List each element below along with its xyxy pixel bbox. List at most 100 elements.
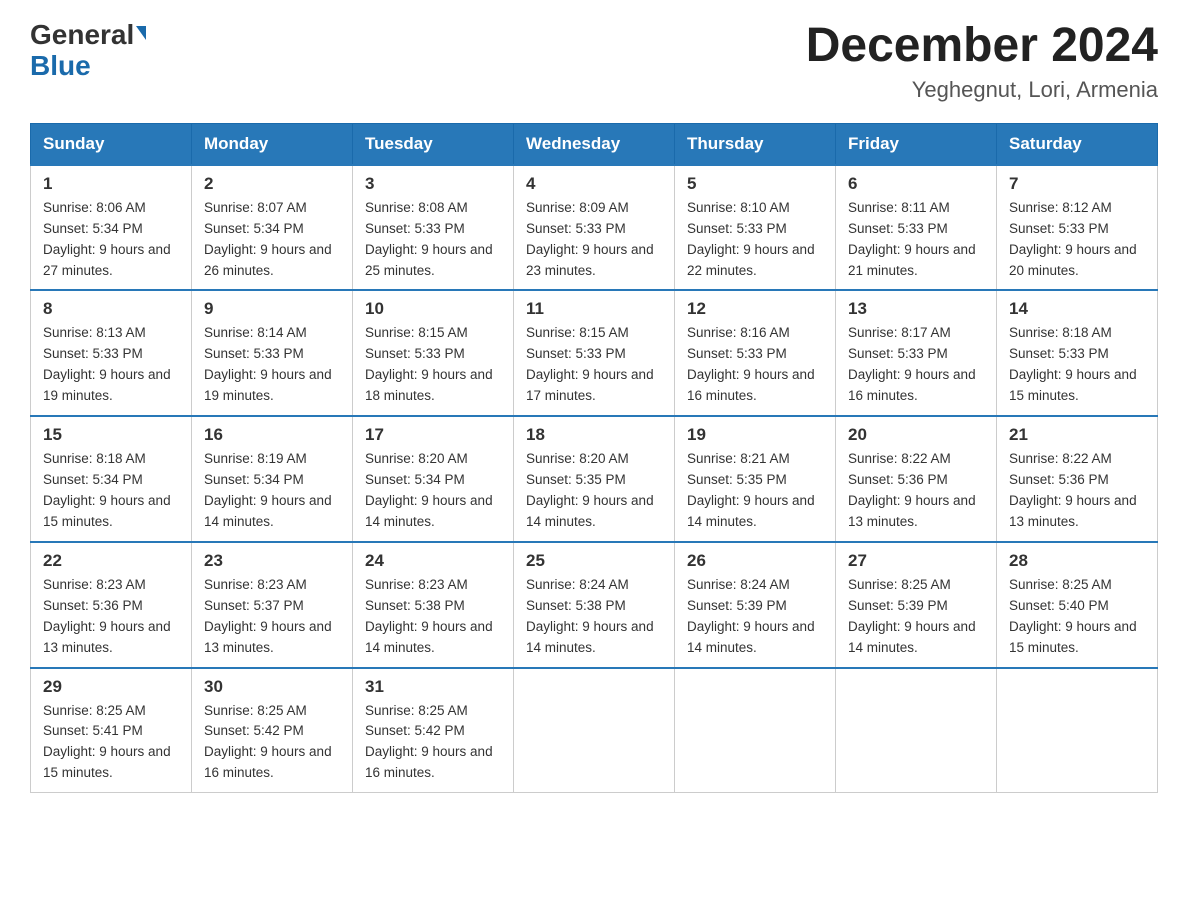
calendar-cell: 20 Sunrise: 8:22 AMSunset: 5:36 PMDayligh… bbox=[836, 416, 997, 542]
day-info: Sunrise: 8:23 AMSunset: 5:38 PMDaylight:… bbox=[365, 575, 501, 659]
day-info: Sunrise: 8:11 AMSunset: 5:33 PMDaylight:… bbox=[848, 198, 984, 282]
calendar-cell: 28Sunrise: 8:25 AMSunset: 5:40 PMDayligh… bbox=[997, 542, 1158, 668]
day-info: Sunrise: 8:08 AMSunset: 5:33 PMDaylight:… bbox=[365, 198, 501, 282]
calendar-cell: 22 Sunrise: 8:23 AMSunset: 5:36 PMDayligh… bbox=[31, 542, 192, 668]
calendar-cell: 19 Sunrise: 8:21 AMSunset: 5:35 PMDayligh… bbox=[675, 416, 836, 542]
day-info: Sunrise: 8:25 AMSunset: 5:41 PMDaylight:… bbox=[43, 701, 179, 785]
calendar-cell: 30 Sunrise: 8:25 AMSunset: 5:42 PMDayligh… bbox=[192, 668, 353, 793]
calendar-cell: 4 Sunrise: 8:09 AMSunset: 5:33 PMDaylight… bbox=[514, 165, 675, 291]
col-sunday: Sunday bbox=[31, 123, 192, 165]
day-number: 9 bbox=[204, 299, 340, 319]
calendar-header: Sunday Monday Tuesday Wednesday Thursday… bbox=[31, 123, 1158, 165]
day-number: 21 bbox=[1009, 425, 1145, 445]
day-number: 1 bbox=[43, 174, 179, 194]
day-info: Sunrise: 8:24 AMSunset: 5:39 PMDaylight:… bbox=[687, 575, 823, 659]
day-info: Sunrise: 8:15 AMSunset: 5:33 PMDaylight:… bbox=[526, 323, 662, 407]
day-number: 24 bbox=[365, 551, 501, 571]
day-info: Sunrise: 8:16 AMSunset: 5:33 PMDaylight:… bbox=[687, 323, 823, 407]
day-info: Sunrise: 8:25 AMSunset: 5:42 PMDaylight:… bbox=[365, 701, 501, 785]
day-number: 17 bbox=[365, 425, 501, 445]
page-header: General Blue December 2024 Yeghegnut, Lo… bbox=[30, 20, 1158, 103]
day-info: Sunrise: 8:25 AMSunset: 5:42 PMDaylight:… bbox=[204, 701, 340, 785]
calendar-body: 1 Sunrise: 8:06 AMSunset: 5:34 PMDaylight… bbox=[31, 165, 1158, 793]
day-info: Sunrise: 8:23 AMSunset: 5:36 PMDaylight:… bbox=[43, 575, 179, 659]
month-title: December 2024 bbox=[806, 20, 1158, 73]
day-number: 5 bbox=[687, 174, 823, 194]
day-number: 11 bbox=[526, 299, 662, 319]
calendar-cell bbox=[514, 668, 675, 793]
calendar-cell: 29Sunrise: 8:25 AMSunset: 5:41 PMDayligh… bbox=[31, 668, 192, 793]
col-tuesday: Tuesday bbox=[353, 123, 514, 165]
calendar-cell: 14Sunrise: 8:18 AMSunset: 5:33 PMDayligh… bbox=[997, 290, 1158, 416]
calendar-cell: 13Sunrise: 8:17 AMSunset: 5:33 PMDayligh… bbox=[836, 290, 997, 416]
calendar-cell bbox=[836, 668, 997, 793]
calendar-cell: 17 Sunrise: 8:20 AMSunset: 5:34 PMDayligh… bbox=[353, 416, 514, 542]
calendar-cell: 25 Sunrise: 8:24 AMSunset: 5:38 PMDayligh… bbox=[514, 542, 675, 668]
day-number: 12 bbox=[687, 299, 823, 319]
calendar-cell: 8 Sunrise: 8:13 AMSunset: 5:33 PMDaylight… bbox=[31, 290, 192, 416]
day-info: Sunrise: 8:25 AMSunset: 5:40 PMDaylight:… bbox=[1009, 575, 1145, 659]
day-number: 22 bbox=[43, 551, 179, 571]
day-info: Sunrise: 8:15 AMSunset: 5:33 PMDaylight:… bbox=[365, 323, 501, 407]
day-info: Sunrise: 8:10 AMSunset: 5:33 PMDaylight:… bbox=[687, 198, 823, 282]
col-thursday: Thursday bbox=[675, 123, 836, 165]
logo-arrow-icon bbox=[136, 26, 146, 40]
col-saturday: Saturday bbox=[997, 123, 1158, 165]
day-number: 8 bbox=[43, 299, 179, 319]
calendar-week-row: 22 Sunrise: 8:23 AMSunset: 5:36 PMDayligh… bbox=[31, 542, 1158, 668]
day-number: 14 bbox=[1009, 299, 1145, 319]
day-number: 26 bbox=[687, 551, 823, 571]
day-number: 10 bbox=[365, 299, 501, 319]
day-info: Sunrise: 8:21 AMSunset: 5:35 PMDaylight:… bbox=[687, 449, 823, 533]
day-number: 27 bbox=[848, 551, 984, 571]
day-info: Sunrise: 8:20 AMSunset: 5:35 PMDaylight:… bbox=[526, 449, 662, 533]
day-info: Sunrise: 8:12 AMSunset: 5:33 PMDaylight:… bbox=[1009, 198, 1145, 282]
day-number: 16 bbox=[204, 425, 340, 445]
day-number: 4 bbox=[526, 174, 662, 194]
day-info: Sunrise: 8:18 AMSunset: 5:34 PMDaylight:… bbox=[43, 449, 179, 533]
day-number: 23 bbox=[204, 551, 340, 571]
title-section: December 2024 Yeghegnut, Lori, Armenia bbox=[806, 20, 1158, 103]
calendar-cell: 6 Sunrise: 8:11 AMSunset: 5:33 PMDaylight… bbox=[836, 165, 997, 291]
location-title: Yeghegnut, Lori, Armenia bbox=[806, 77, 1158, 103]
logo-general-text: General bbox=[30, 20, 134, 51]
calendar-cell: 7 Sunrise: 8:12 AMSunset: 5:33 PMDaylight… bbox=[997, 165, 1158, 291]
day-number: 31 bbox=[365, 677, 501, 697]
day-number: 6 bbox=[848, 174, 984, 194]
calendar-cell: 5 Sunrise: 8:10 AMSunset: 5:33 PMDaylight… bbox=[675, 165, 836, 291]
day-number: 20 bbox=[848, 425, 984, 445]
day-info: Sunrise: 8:09 AMSunset: 5:33 PMDaylight:… bbox=[526, 198, 662, 282]
calendar-cell: 18Sunrise: 8:20 AMSunset: 5:35 PMDayligh… bbox=[514, 416, 675, 542]
calendar-cell: 11 Sunrise: 8:15 AMSunset: 5:33 PMDayligh… bbox=[514, 290, 675, 416]
day-info: Sunrise: 8:19 AMSunset: 5:34 PMDaylight:… bbox=[204, 449, 340, 533]
day-info: Sunrise: 8:20 AMSunset: 5:34 PMDaylight:… bbox=[365, 449, 501, 533]
calendar-table: Sunday Monday Tuesday Wednesday Thursday… bbox=[30, 123, 1158, 793]
col-friday: Friday bbox=[836, 123, 997, 165]
day-info: Sunrise: 8:14 AMSunset: 5:33 PMDaylight:… bbox=[204, 323, 340, 407]
day-info: Sunrise: 8:06 AMSunset: 5:34 PMDaylight:… bbox=[43, 198, 179, 282]
day-number: 3 bbox=[365, 174, 501, 194]
calendar-week-row: 8 Sunrise: 8:13 AMSunset: 5:33 PMDaylight… bbox=[31, 290, 1158, 416]
col-wednesday: Wednesday bbox=[514, 123, 675, 165]
day-info: Sunrise: 8:24 AMSunset: 5:38 PMDaylight:… bbox=[526, 575, 662, 659]
calendar-week-row: 1 Sunrise: 8:06 AMSunset: 5:34 PMDaylight… bbox=[31, 165, 1158, 291]
calendar-cell: 1 Sunrise: 8:06 AMSunset: 5:34 PMDaylight… bbox=[31, 165, 192, 291]
logo: General Blue bbox=[30, 20, 146, 82]
day-info: Sunrise: 8:17 AMSunset: 5:33 PMDaylight:… bbox=[848, 323, 984, 407]
day-info: Sunrise: 8:25 AMSunset: 5:39 PMDaylight:… bbox=[848, 575, 984, 659]
day-info: Sunrise: 8:07 AMSunset: 5:34 PMDaylight:… bbox=[204, 198, 340, 282]
calendar-cell bbox=[675, 668, 836, 793]
col-monday: Monday bbox=[192, 123, 353, 165]
day-info: Sunrise: 8:22 AMSunset: 5:36 PMDaylight:… bbox=[848, 449, 984, 533]
day-number: 25 bbox=[526, 551, 662, 571]
day-info: Sunrise: 8:13 AMSunset: 5:33 PMDaylight:… bbox=[43, 323, 179, 407]
day-number: 2 bbox=[204, 174, 340, 194]
calendar-cell: 16 Sunrise: 8:19 AMSunset: 5:34 PMDayligh… bbox=[192, 416, 353, 542]
calendar-week-row: 15Sunrise: 8:18 AMSunset: 5:34 PMDayligh… bbox=[31, 416, 1158, 542]
day-number: 30 bbox=[204, 677, 340, 697]
calendar-cell: 15Sunrise: 8:18 AMSunset: 5:34 PMDayligh… bbox=[31, 416, 192, 542]
day-number: 7 bbox=[1009, 174, 1145, 194]
day-number: 19 bbox=[687, 425, 823, 445]
logo-blue-text: Blue bbox=[30, 51, 91, 82]
calendar-cell: 24 Sunrise: 8:23 AMSunset: 5:38 PMDayligh… bbox=[353, 542, 514, 668]
